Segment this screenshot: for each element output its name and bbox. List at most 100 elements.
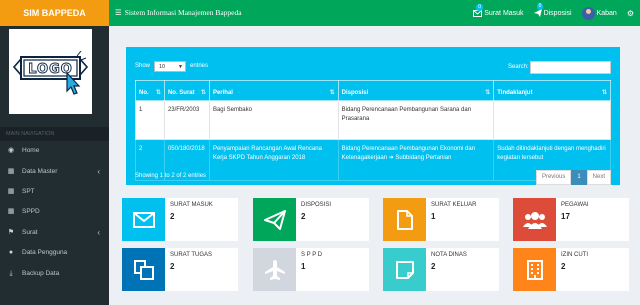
user-name: Kaban bbox=[596, 9, 617, 17]
column-header-no[interactable]: No. ⇅ bbox=[135, 80, 165, 101]
card-value: 1 bbox=[301, 262, 306, 271]
entries-select[interactable]: 10 ▼ bbox=[154, 61, 186, 72]
sidebar-item-backup-data[interactable]: ⤓ Backup Data bbox=[0, 265, 109, 283]
user-icon: ● bbox=[8, 249, 14, 256]
card-title: SURAT TUGAS bbox=[170, 252, 213, 258]
avatar bbox=[581, 6, 595, 20]
card-sppd[interactable]: S P P D 1 bbox=[253, 248, 369, 291]
card-izin-cuti[interactable]: IZIN CUTI 2 bbox=[513, 248, 629, 291]
cell-tindaklanjut bbox=[493, 100, 611, 140]
cell-disposisi: Bidang Perencanaan Pembangunan Sarana da… bbox=[337, 100, 495, 140]
paper-plane-icon bbox=[533, 9, 542, 17]
sidebar-item-surat[interactable]: ⚑ Surat ‹ bbox=[0, 224, 109, 242]
settings-button[interactable]: ⚙ bbox=[627, 9, 634, 18]
sidebar-item-data-master[interactable]: ▦ Data Master ‹ bbox=[0, 163, 109, 181]
card-icon-box bbox=[253, 198, 296, 241]
envelope-icon bbox=[473, 9, 483, 17]
sidebar-item-spt[interactable]: ▦ SPT bbox=[0, 183, 109, 201]
card-surat-tugas[interactable]: SURAT TUGAS 2 bbox=[122, 248, 238, 291]
search-input[interactable] bbox=[530, 61, 611, 74]
chevron-down-icon: ▼ bbox=[178, 64, 183, 70]
disposisi-label: Disposisi bbox=[543, 9, 572, 17]
sidebar-item-data-pengguna[interactable]: ● Data Pengguna bbox=[0, 244, 109, 262]
entries-select-value: 10 bbox=[159, 64, 166, 70]
surat-masuk-badge: 0 bbox=[476, 3, 484, 11]
sidebar: LOGO MAIN NAVIGATION ◉ Home ▦ Data Maste… bbox=[0, 26, 109, 305]
table-row[interactable]: 1 23/FR/2003 Bagi Sembako Bidang Perenca… bbox=[135, 100, 611, 140]
card-icon-box bbox=[253, 248, 296, 291]
cell-perihal: Bagi Sembako bbox=[208, 100, 339, 140]
gears-icon: ⚙ bbox=[626, 8, 634, 18]
sort-icon: ⇅ bbox=[200, 90, 206, 96]
card-value: 2 bbox=[170, 262, 175, 271]
card-nota-dinas[interactable]: NOTA DINAS 2 bbox=[383, 248, 499, 291]
sidebar-item-sppd[interactable]: ▦ SPPD bbox=[0, 203, 109, 221]
envelope-icon bbox=[132, 211, 155, 228]
card-icon-box bbox=[122, 248, 165, 291]
app-brand[interactable]: SIM BAPPEDA bbox=[0, 0, 109, 26]
card-title: NOTA DINAS bbox=[431, 252, 467, 258]
card-value: 1 bbox=[431, 212, 436, 221]
disposisi-link[interactable]: 0 Disposisi bbox=[533, 3, 572, 17]
column-header-label: No. bbox=[139, 90, 149, 96]
users-icon bbox=[522, 211, 547, 229]
chevron-left-icon: ‹ bbox=[97, 228, 100, 237]
card-icon-box bbox=[513, 198, 556, 241]
cell-no: 1 bbox=[135, 100, 165, 140]
sidebar-item-home[interactable]: ◉ Home bbox=[0, 142, 109, 160]
card-pegawai[interactable]: PEGAWAI 17 bbox=[513, 198, 629, 241]
card-surat-keluar[interactable]: SURAT KELUAR 1 bbox=[383, 198, 499, 241]
card-icon-box bbox=[383, 248, 426, 291]
sort-icon: ⇅ bbox=[155, 90, 161, 96]
svg-text:LOGO: LOGO bbox=[28, 62, 73, 77]
user-menu[interactable]: Kaban bbox=[581, 6, 617, 20]
download-icon: ⤓ bbox=[9, 270, 13, 277]
bookmark-icon: ⚑ bbox=[7, 229, 15, 236]
column-header-label: Tindaklanjut bbox=[497, 90, 533, 96]
card-title: PEGAWAI bbox=[561, 202, 589, 208]
paper-plane-icon bbox=[263, 209, 286, 230]
column-header-disposisi[interactable]: Disposisi ⇅ bbox=[337, 80, 495, 101]
card-icon-box bbox=[383, 198, 426, 241]
card-value: 2 bbox=[561, 262, 566, 271]
column-header-label: Perihal bbox=[212, 90, 233, 96]
pagination-previous[interactable]: Previous bbox=[535, 170, 572, 185]
card-value: 2 bbox=[431, 262, 436, 271]
datatable-wrapper: Show 10 ▼ entries Search: No. ⇅ No. Surat… bbox=[135, 54, 611, 185]
sidebar-item-label: Data Pengguna bbox=[22, 249, 68, 256]
entries-label: entries bbox=[190, 63, 209, 69]
sidebar-toggle[interactable]: ☰ Sistem Informasi Manajemen Bappeda bbox=[115, 0, 242, 26]
logo: LOGO bbox=[9, 29, 92, 114]
nav-header: MAIN NAVIGATION bbox=[0, 127, 109, 141]
pagination: Previous 1 Next bbox=[535, 170, 611, 185]
table-icon: ▦ bbox=[7, 188, 15, 195]
card-value: 17 bbox=[561, 212, 570, 221]
column-header-no-surat[interactable]: No. Surat ⇅ bbox=[163, 80, 210, 101]
sort-icon: ⇅ bbox=[601, 90, 607, 96]
column-header-label: Disposisi bbox=[341, 90, 369, 96]
pagination-next[interactable]: Next bbox=[586, 170, 611, 185]
building-icon bbox=[526, 259, 543, 280]
table-info: Showing 1 to 2 of 2 entries bbox=[135, 173, 207, 179]
card-title: SURAT KELUAR bbox=[431, 202, 477, 208]
sidebar-item-label: Backup Data bbox=[22, 270, 60, 277]
hamburger-icon[interactable]: ☰ bbox=[115, 8, 122, 17]
card-icon-box bbox=[513, 248, 556, 291]
chevron-left-icon: ‹ bbox=[97, 167, 100, 176]
column-header-perihal[interactable]: Perihal ⇅ bbox=[208, 80, 339, 101]
card-surat-masuk[interactable]: SURAT MASUK 2 bbox=[122, 198, 238, 241]
card-title: S P P D bbox=[301, 252, 323, 258]
card-title: DISPOSISI bbox=[301, 202, 332, 208]
surat-masuk-link[interactable]: 0 Surat Masuk bbox=[473, 3, 524, 17]
sidebar-item-label: Data Master bbox=[22, 168, 58, 175]
card-title: IZIN CUTI bbox=[561, 252, 588, 258]
sidebar-item-label: SPT bbox=[22, 188, 35, 195]
sort-icon: ⇅ bbox=[485, 90, 491, 96]
top-navbar: SIM BAPPEDA ☰ Sistem Informasi Manajemen … bbox=[0, 0, 640, 26]
sidebar-item-label: Home bbox=[22, 147, 40, 154]
column-header-tindaklanjut[interactable]: Tindaklanjut ⇅ bbox=[493, 80, 611, 101]
cell-disposisi: Bidang Perencanaan Pembangunan Ekonomi d… bbox=[337, 139, 495, 181]
pagination-page[interactable]: 1 bbox=[571, 170, 587, 185]
card-disposisi[interactable]: DISPOSISI 2 bbox=[253, 198, 369, 241]
copy-icon bbox=[133, 259, 154, 280]
